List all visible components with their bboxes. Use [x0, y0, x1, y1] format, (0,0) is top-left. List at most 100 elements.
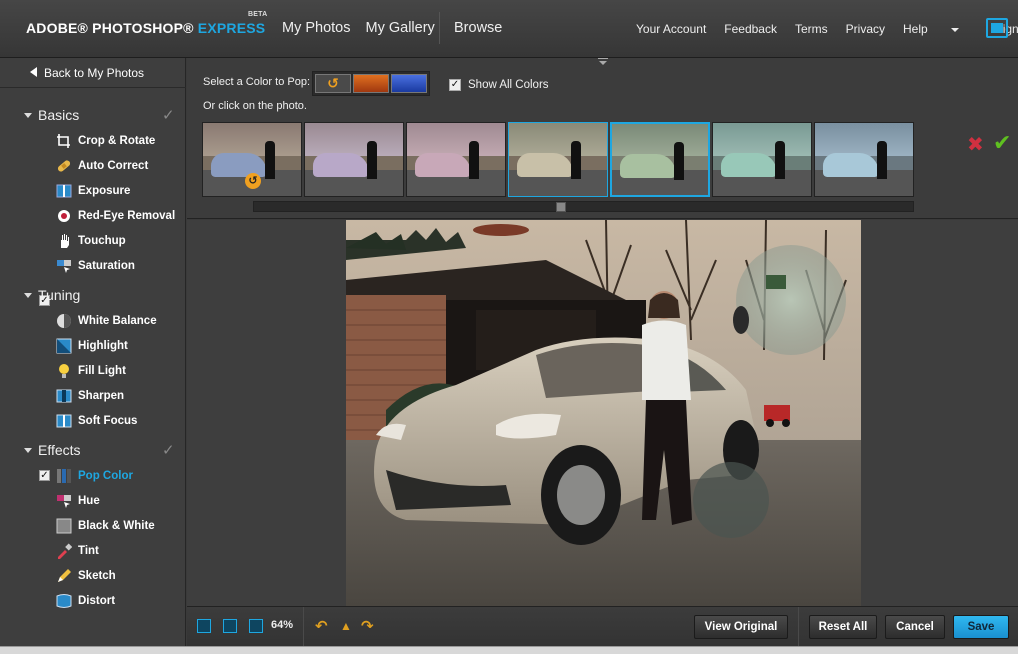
scrollbar-thumb[interactable] — [556, 202, 566, 212]
arrow-left-icon — [30, 67, 37, 77]
tool-highlight[interactable]: Highlight — [56, 336, 128, 356]
back-to-my-photos-button[interactable]: Back to My Photos — [0, 58, 186, 88]
swatch-blue[interactable] — [391, 74, 427, 93]
color-swatches: ↺ — [312, 71, 430, 96]
section-tuning[interactable]: Tuning — [24, 287, 80, 303]
brand-express: EXPRESS — [197, 20, 266, 36]
black-white-icon — [56, 518, 72, 534]
tool-soft-focus[interactable]: Soft Focus — [56, 411, 137, 431]
help-label: Help — [903, 22, 928, 36]
lightbulb-icon — [59, 364, 69, 378]
variation-thumbnail-selected[interactable] — [610, 122, 710, 197]
fit-to-screen-icon[interactable] — [223, 619, 237, 633]
edited-photo[interactable] — [346, 220, 861, 606]
undo-icon[interactable]: ↶ — [315, 617, 328, 635]
tool-auto-correct[interactable]: Auto Correct — [56, 156, 148, 176]
variation-thumbnail[interactable]: ↺ — [202, 122, 302, 197]
tool-label: Red-Eye Removal — [78, 210, 176, 222]
tool-label: Touchup — [78, 235, 126, 247]
show-all-colors-checkbox[interactable]: ✓ — [449, 79, 461, 91]
tool-crop-rotate[interactable]: Crop & Rotate — [56, 131, 155, 151]
tool-black-white[interactable]: Black & White — [56, 516, 155, 536]
red-eye-icon — [58, 210, 70, 222]
pop-color-icon — [57, 469, 71, 483]
accept-check-icon[interactable]: ✔ — [993, 130, 1011, 156]
bottom-toolbar: 64% ↶ ▲ ↷ View Original Reset All Cancel… — [187, 606, 1018, 647]
triangle-down-icon — [24, 112, 32, 118]
actual-size-icon[interactable] — [249, 619, 263, 633]
nav-my-photos[interactable]: My Photos — [282, 20, 351, 36]
collapse-panel-icon[interactable] — [598, 58, 610, 66]
reset-all-button[interactable]: Reset All — [809, 615, 877, 639]
link-feedback[interactable]: Feedback — [724, 22, 777, 36]
reset-icon: ↺ — [245, 173, 261, 189]
back-label: Back to My Photos — [44, 66, 145, 80]
tool-exposure[interactable]: Exposure — [56, 181, 130, 201]
tool-hue[interactable]: Hue — [56, 491, 100, 511]
triangle-down-icon — [24, 292, 32, 298]
user-nav: Your Account Feedback Terms Privacy Help… — [636, 22, 1018, 36]
tool-white-balance[interactable]: White Balance — [56, 311, 157, 331]
history-icon[interactable]: ▲ — [340, 619, 352, 633]
pop-color-checkbox[interactable]: ✓ — [39, 470, 50, 481]
nav-browse[interactable]: Browse — [454, 20, 502, 36]
tool-fill-light[interactable]: Fill Light — [56, 361, 126, 381]
toolbar-divider — [798, 607, 799, 647]
exposure-icon — [56, 184, 72, 198]
tool-pop-color[interactable]: Pop Color — [56, 466, 133, 486]
tool-red-eye-removal[interactable]: Red-Eye Removal — [56, 206, 175, 226]
tool-label: Hue — [78, 495, 100, 507]
section-basics[interactable]: Basics — [24, 107, 79, 123]
zoom-level: 64% — [271, 619, 294, 631]
show-all-colors-toggle[interactable]: ✓ Show All Colors — [449, 79, 549, 91]
tool-tint[interactable]: Tint — [56, 541, 99, 561]
link-your-account[interactable]: Your Account — [636, 22, 706, 36]
nav-my-gallery[interactable]: My Gallery — [366, 20, 435, 36]
swatch-reset-icon[interactable]: ↺ — [315, 74, 351, 93]
bandage-icon — [57, 160, 71, 172]
tool-touchup[interactable]: Touchup — [56, 231, 126, 251]
soft-focus-icon — [56, 414, 72, 428]
help-menu[interactable]: Help — [903, 22, 977, 36]
brand-beta: BETA — [247, 11, 268, 18]
view-original-button[interactable]: View Original — [694, 615, 788, 639]
highlight-icon — [56, 338, 72, 354]
zoom-out-icon[interactable] — [197, 619, 211, 633]
swatch-orange[interactable] — [353, 74, 389, 93]
section-effects[interactable]: Effects — [24, 442, 81, 458]
tool-label: Crop & Rotate — [78, 135, 156, 147]
toolbar-divider — [303, 607, 304, 647]
tool-label: Black & White — [78, 520, 155, 532]
link-terms[interactable]: Terms — [795, 22, 828, 36]
redo-icon[interactable]: ↷ — [361, 617, 374, 635]
tool-sharpen[interactable]: Sharpen — [56, 386, 124, 406]
tool-distort[interactable]: Distort — [56, 591, 115, 611]
reject-x-icon[interactable]: ✖ — [967, 132, 984, 157]
saturation-icon — [57, 260, 71, 273]
variation-scrollbar[interactable] — [253, 201, 914, 212]
variation-thumbnail[interactable] — [508, 122, 608, 197]
cancel-button[interactable]: Cancel — [885, 615, 945, 639]
tool-label: Saturation — [78, 260, 135, 272]
pencil-icon — [58, 569, 71, 582]
triangle-down-icon — [24, 447, 32, 453]
fullscreen-icon[interactable] — [986, 18, 1008, 38]
variation-thumbnail[interactable] — [814, 122, 914, 197]
color-variation-strip: ↺ — [202, 122, 914, 197]
click-photo-label: Or click on the photo. — [203, 100, 307, 112]
pop-color-panel: Select a Color to Pop: ↺ ✓ Show All Colo… — [187, 58, 1018, 219]
tool-sketch[interactable]: Sketch — [56, 566, 116, 586]
tool-saturation[interactable]: Saturation — [56, 256, 135, 276]
main-nav: My Photos My Gallery — [282, 20, 450, 36]
variation-thumbnail[interactable] — [406, 122, 506, 197]
save-button[interactable]: Save — [953, 615, 1009, 639]
photoshop-express-app: ADOBE® PHOTOSHOP® EXPRESS BETA My Photos… — [0, 0, 1018, 654]
show-all-colors-label: Show All Colors — [468, 79, 549, 91]
hue-icon — [57, 495, 71, 508]
variation-thumbnail[interactable] — [304, 122, 404, 197]
checkmark-icon: ✓ — [162, 442, 175, 459]
checkmark-icon: ✓ — [162, 107, 175, 124]
tool-label: Pop Color — [78, 470, 133, 482]
variation-thumbnail[interactable] — [712, 122, 812, 197]
link-privacy[interactable]: Privacy — [846, 22, 885, 36]
